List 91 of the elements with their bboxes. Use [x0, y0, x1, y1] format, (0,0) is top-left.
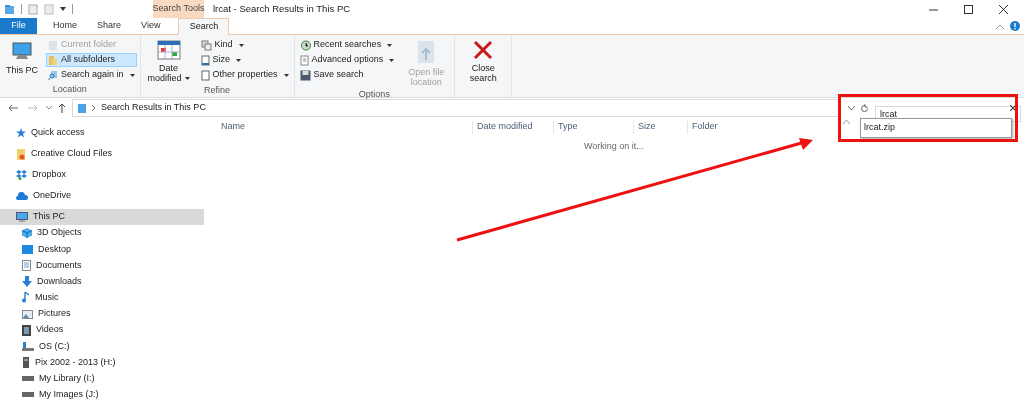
maximize-icon[interactable] [964, 4, 973, 14]
address-bar[interactable]: Search Results in This PC [72, 99, 840, 117]
cloud-icon [16, 192, 28, 200]
ribbon-button[interactable]: Date modified [143, 38, 194, 84]
dropbox-icon [16, 170, 27, 180]
music-note-icon [22, 292, 30, 304]
caret-icon [238, 43, 244, 47]
kind-icon [200, 39, 212, 51]
ribbon-button[interactable]: Search again in [46, 68, 137, 82]
sidebar-item[interactable]: Dropbox [0, 167, 204, 183]
ribbon-button[interactable]: This PC [3, 38, 41, 76]
column-header[interactable]: Folder [687, 120, 718, 134]
sidebar-item[interactable]: Desktop [0, 241, 204, 258]
ribbon-button[interactable]: Kind [198, 38, 291, 52]
down-arrow-icon [22, 276, 32, 288]
ribbon-tab[interactable]: View [131, 18, 171, 34]
caret-icon [236, 58, 242, 62]
ribbon-button[interactable]: Other properties [198, 68, 291, 82]
sidebar-item[interactable]: This PC [0, 209, 204, 225]
cube-icon [22, 228, 32, 239]
ribbon-tab[interactable]: Search [178, 18, 230, 35]
ribbon-button[interactable]: Recent searches [297, 38, 397, 52]
sidebar-item[interactable]: Music [0, 289, 204, 306]
back-arrow-icon[interactable] [8, 104, 18, 112]
sidebar-item[interactable]: Creative Cloud Files [0, 146, 204, 162]
folders-icon [48, 54, 58, 66]
sidebar-item[interactable]: My Library (I:) [0, 370, 204, 387]
column-header[interactable]: Date modified [472, 120, 553, 134]
ribbon-button[interactable]: Save search [297, 68, 397, 82]
context-tab-label: Search Tools [153, 0, 204, 18]
document-icon [200, 69, 210, 81]
caret-icon [389, 58, 395, 62]
ribbon-button[interactable]: All subfolders [46, 53, 137, 67]
up-arrow-icon[interactable] [58, 103, 66, 113]
collapse-ribbon-icon[interactable] [996, 23, 1004, 29]
caret-icon [129, 73, 135, 77]
ribbon-button[interactable]: Close search [458, 38, 509, 84]
desktop-icon [22, 244, 33, 254]
caret-icon[interactable] [60, 6, 66, 12]
chevron-right-icon [92, 105, 96, 111]
status-text: Working on it... [584, 140, 644, 153]
forward-arrow-icon[interactable] [28, 104, 38, 112]
document-icon [200, 54, 210, 66]
column-header[interactable]: Type [553, 120, 633, 134]
computer-icon [11, 40, 33, 62]
network-drive-icon [22, 391, 34, 398]
ribbon-tab[interactable]: Share [87, 18, 132, 34]
picture-icon [22, 309, 33, 319]
star-icon [16, 128, 26, 138]
group-label: Location [52, 83, 87, 96]
drive-icon [22, 341, 34, 351]
clear-icon[interactable] [1010, 105, 1016, 111]
group-label: Options [358, 88, 390, 101]
sidebar-item[interactable]: 3D Objects [0, 225, 204, 242]
window-title: lrcat - Search Results in This PC [212, 1, 351, 16]
film-icon [22, 324, 31, 336]
sidebar-item[interactable]: My Images (J:) [0, 386, 204, 404]
address-path: Search Results in This PC [101, 101, 206, 115]
network-drive-icon [22, 375, 34, 382]
group-label: Refine [204, 84, 231, 97]
document-icon [299, 54, 309, 66]
clock-icon [299, 39, 311, 51]
sidebar-item[interactable]: Pictures [0, 305, 204, 323]
suggestion-item[interactable]: lrcat.zip [861, 119, 1011, 137]
column-header[interactable]: Size [633, 120, 687, 134]
sidebar-item[interactable]: Quick access [0, 125, 204, 141]
close-x-icon [473, 40, 494, 60]
ribbon-button[interactable]: Size [198, 53, 291, 67]
sidebar-item[interactable]: Downloads [0, 273, 204, 290]
refresh-icon[interactable] [860, 103, 869, 113]
chevron-down-icon[interactable] [848, 105, 855, 111]
calendar-icon [156, 40, 181, 60]
sidebar-item[interactable]: Pix 2002 - 2013 (H:) [0, 354, 204, 371]
sidebar-item[interactable]: Documents [0, 257, 204, 274]
sidebar-item[interactable]: OneDrive [0, 188, 204, 204]
chevron-down-icon[interactable] [46, 106, 52, 110]
caret-icon [184, 77, 190, 81]
close-icon[interactable] [999, 4, 1008, 14]
sort-caret-icon[interactable] [842, 120, 850, 124]
caret-icon [283, 73, 289, 77]
ribbon-tab[interactable]: Home [43, 18, 87, 34]
help-icon[interactable] [1010, 21, 1020, 31]
ribbon-button[interactable]: Advanced options [297, 53, 397, 67]
document-icon [22, 259, 31, 271]
column-header[interactable]: Name [217, 120, 472, 134]
sidebar-item[interactable]: Videos [0, 322, 204, 339]
drive-icon [22, 357, 30, 369]
computer-icon [16, 212, 28, 222]
sidebar-item[interactable]: OS (C:) [0, 338, 204, 355]
caret-icon [387, 43, 393, 47]
ribbon-tab[interactable]: File [0, 18, 37, 34]
